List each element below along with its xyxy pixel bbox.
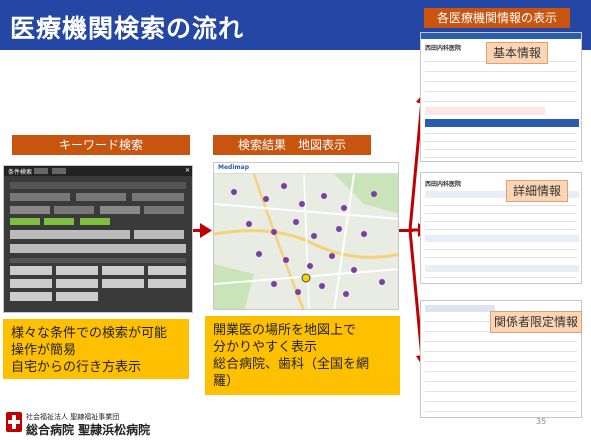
description-line: 自宅からの行き方表示 <box>11 360 142 375</box>
search-header-button[interactable] <box>52 168 66 174</box>
page-number: 35 <box>536 417 547 426</box>
checkbox-option[interactable] <box>10 279 52 288</box>
filter-pill[interactable] <box>144 206 184 214</box>
clinic-name: 西田内科医院 <box>425 45 462 52</box>
clinic-name-2: 西田内科医院 <box>425 181 462 188</box>
checkbox-option[interactable] <box>56 279 98 288</box>
filter-pill[interactable] <box>76 193 126 201</box>
basic-info-tag: 基本情報 <box>486 42 548 64</box>
org-name-large: 総合病院 聖隷浜松病院 <box>26 423 151 437</box>
description-line: 羅） <box>213 374 240 389</box>
screenshot-topbar <box>421 33 581 39</box>
checkbox-option[interactable] <box>56 292 98 301</box>
checkbox-option[interactable] <box>102 266 144 275</box>
search-description: 様々な条件での検索が可能 操作が簡易 自宅からの行き方表示 <box>3 319 189 379</box>
table-header <box>425 119 579 127</box>
toggle-green[interactable] <box>10 218 40 225</box>
section-bar <box>425 265 579 272</box>
map-description: 開業医の場所を地図上で 分かりやすく表示 総合病院、歯科（全国を網 羅） <box>205 316 400 395</box>
page-title: 医療機関検索の流れ <box>10 14 245 43</box>
section-divider <box>10 258 186 263</box>
filter-pill[interactable] <box>10 193 70 201</box>
checkbox-option[interactable] <box>10 266 52 275</box>
search-screenshot: 条件検索 ✕ <box>3 165 193 313</box>
restricted-info-tag: 関係者限定情報 <box>490 311 582 333</box>
checkbox-option[interactable] <box>56 266 98 275</box>
description-line: 開業医の場所を地図上で <box>213 323 357 338</box>
keyword-input[interactable] <box>10 244 186 253</box>
description-line: 総合病院、歯科（全国を網 <box>213 357 370 372</box>
search-input[interactable] <box>10 230 130 239</box>
keyword-search-label: キーワード検索 <box>12 135 190 155</box>
checkbox-option[interactable] <box>102 279 144 288</box>
section-bar <box>425 235 579 242</box>
toggle-green[interactable] <box>80 218 110 225</box>
filter-pill[interactable] <box>132 193 184 201</box>
checkbox-option[interactable] <box>148 266 186 275</box>
map-header: Medimap <box>214 163 398 174</box>
map-screenshot: Medimap <box>213 162 399 310</box>
checkbox-option[interactable] <box>10 292 52 301</box>
filter-pill[interactable] <box>100 206 140 214</box>
filter-row <box>10 182 186 189</box>
filter-pill[interactable] <box>54 206 94 214</box>
hospital-logo-icon <box>6 412 22 432</box>
description-line: 操作が簡易 <box>11 343 77 358</box>
detail-header-label: 各医療機関情報の表示 <box>424 8 570 28</box>
description-line: 様々な条件での検索が可能 <box>11 326 168 341</box>
search-title: 条件検索 <box>8 169 33 176</box>
clinic-name-box <box>425 305 495 312</box>
arrow-right-icon <box>200 223 212 238</box>
toggle-green[interactable] <box>44 218 74 225</box>
search-header: 条件検索 ✕ <box>4 166 192 176</box>
close-icon[interactable]: ✕ <box>185 167 190 174</box>
detail-info-tag: 詳細情報 <box>506 180 568 202</box>
notice-row <box>425 107 545 115</box>
search-header-button[interactable] <box>34 168 48 174</box>
checkbox-option[interactable] <box>148 279 186 288</box>
search-input-2[interactable] <box>134 230 184 239</box>
description-line: 分かりやすく表示 <box>213 340 318 355</box>
map-canvas[interactable] <box>214 174 399 310</box>
map-logo: Medimap <box>218 164 249 171</box>
map-result-label: 検索結果 地図表示 <box>213 135 371 155</box>
filter-pill[interactable] <box>10 206 50 214</box>
